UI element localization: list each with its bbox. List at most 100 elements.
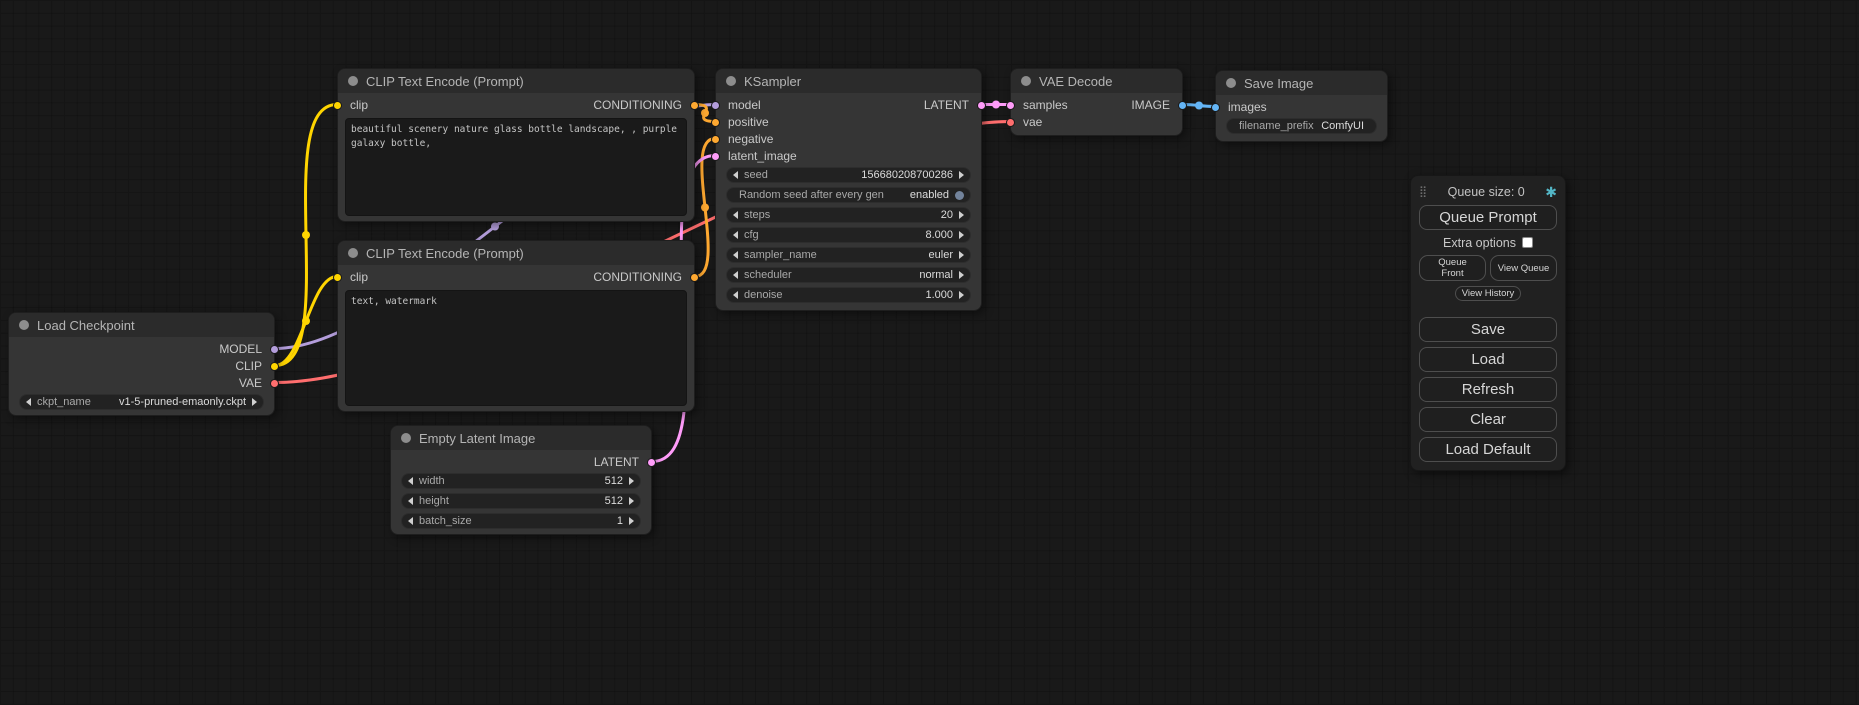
stepper-right-icon[interactable] [959, 231, 964, 239]
prompt-text-input[interactable]: text, watermark [345, 290, 687, 406]
stepper-left-icon[interactable] [733, 291, 738, 299]
widget-width[interactable]: width 512 [401, 473, 641, 489]
drag-handle-icon[interactable]: ⣿ [1419, 187, 1427, 198]
stepper-left-icon[interactable] [733, 211, 738, 219]
node-save-image[interactable]: Save Image images filename_prefix ComfyU… [1215, 70, 1388, 142]
widget-sampler-name[interactable]: sampler_name euler [726, 247, 971, 263]
stepper-left-icon[interactable] [733, 171, 738, 179]
collapse-dot-icon[interactable] [348, 76, 358, 86]
stepper-right-icon[interactable] [959, 291, 964, 299]
output-slot-latent[interactable] [647, 458, 656, 467]
stepper-left-icon[interactable] [733, 251, 738, 259]
collapse-dot-icon[interactable] [401, 433, 411, 443]
widget-batch-size[interactable]: batch_size 1 [401, 513, 641, 529]
node-titlebar[interactable]: VAE Decode [1011, 69, 1182, 93]
input-slot-negative[interactable] [711, 135, 720, 144]
widget-area: filename_prefix ComfyUI [1216, 116, 1387, 134]
widget-random-seed-toggle[interactable]: Random seed after every gen enabled [726, 187, 971, 203]
stepper-right-icon[interactable] [252, 398, 257, 406]
node-titlebar[interactable]: Empty Latent Image [391, 426, 651, 450]
widget-seed[interactable]: seed 156680208700286 [726, 167, 971, 183]
collapse-dot-icon[interactable] [19, 320, 29, 330]
input-slot-model[interactable] [711, 101, 720, 110]
node-ksampler[interactable]: KSampler model LATENT positive negative … [715, 68, 982, 311]
stepper-right-icon[interactable] [959, 271, 964, 279]
node-clip-text-encode-negative[interactable]: CLIP Text Encode (Prompt) clip CONDITION… [337, 240, 695, 412]
widget-value: euler [929, 249, 953, 261]
queue-front-button[interactable]: Queue Front [1419, 255, 1486, 281]
collapse-dot-icon[interactable] [1021, 76, 1031, 86]
output-slot-conditioning[interactable] [690, 273, 699, 282]
refresh-button[interactable]: Refresh [1419, 377, 1557, 402]
stepper-left-icon[interactable] [733, 271, 738, 279]
node-clip-text-encode-positive[interactable]: CLIP Text Encode (Prompt) clip CONDITION… [337, 68, 695, 222]
slot-row: LATENT [391, 454, 651, 471]
output-slot-latent[interactable] [977, 101, 986, 110]
input-label-images: images [1228, 99, 1267, 116]
widget-scheduler[interactable]: scheduler normal [726, 267, 971, 283]
input-slot-latent-image[interactable] [711, 152, 720, 161]
input-slot-samples[interactable] [1006, 101, 1015, 110]
node-vae-decode[interactable]: VAE Decode samples IMAGE vae [1010, 68, 1183, 136]
toggle-indicator-icon[interactable] [955, 191, 964, 200]
widget-height[interactable]: height 512 [401, 493, 641, 509]
node-body: images filename_prefix ComfyUI [1216, 95, 1387, 134]
extra-options-checkbox[interactable] [1522, 237, 1533, 248]
collapse-dot-icon[interactable] [1226, 78, 1236, 88]
load-default-button[interactable]: Load Default [1419, 437, 1557, 462]
input-slot-clip[interactable] [333, 273, 342, 282]
widget-steps[interactable]: steps 20 [726, 207, 971, 223]
output-label-vae: VAE [239, 375, 262, 392]
view-history-button[interactable]: View History [1455, 286, 1522, 301]
stepper-left-icon[interactable] [408, 497, 413, 505]
stepper-left-icon[interactable] [733, 231, 738, 239]
stepper-left-icon[interactable] [26, 398, 31, 406]
input-slot-images[interactable] [1211, 103, 1220, 112]
node-titlebar[interactable]: Load Checkpoint [9, 313, 274, 337]
node-empty-latent-image[interactable]: Empty Latent Image LATENT width 512 heig… [390, 425, 652, 535]
collapse-dot-icon[interactable] [348, 248, 358, 258]
widget-filename-prefix[interactable]: filename_prefix ComfyUI [1226, 118, 1377, 134]
widget-label: sampler_name [744, 249, 817, 261]
input-slot-clip[interactable] [333, 101, 342, 110]
stepper-right-icon[interactable] [959, 251, 964, 259]
node-titlebar[interactable]: CLIP Text Encode (Prompt) [338, 69, 694, 93]
slot-row: MODEL [9, 341, 274, 358]
output-slot-image[interactable] [1178, 101, 1187, 110]
widget-area: width 512 height 512 batch_size 1 [391, 471, 651, 529]
output-label-clip: CLIP [235, 358, 262, 375]
queue-prompt-button[interactable]: Queue Prompt [1419, 205, 1557, 230]
stepper-right-icon[interactable] [959, 211, 964, 219]
stepper-left-icon[interactable] [408, 477, 413, 485]
output-slot-clip[interactable] [270, 362, 279, 371]
prompt-text-input[interactable]: beautiful scenery nature glass bottle la… [345, 118, 687, 216]
node-load-checkpoint[interactable]: Load Checkpoint MODEL CLIP VAE ckpt_name [8, 312, 275, 416]
stepper-right-icon[interactable] [959, 171, 964, 179]
widget-ckpt-name[interactable]: ckpt_name v1-5-pruned-emaonly.ckpt [19, 394, 264, 410]
input-slot-positive[interactable] [711, 118, 720, 127]
load-button[interactable]: Load [1419, 347, 1557, 372]
collapse-dot-icon[interactable] [726, 76, 736, 86]
widget-cfg[interactable]: cfg 8.000 [726, 227, 971, 243]
node-titlebar[interactable]: CLIP Text Encode (Prompt) [338, 241, 694, 265]
output-slot-vae[interactable] [270, 379, 279, 388]
node-titlebar[interactable]: KSampler [716, 69, 981, 93]
node-titlebar[interactable]: Save Image [1216, 71, 1387, 95]
stepper-right-icon[interactable] [629, 497, 634, 505]
stepper-left-icon[interactable] [408, 517, 413, 525]
output-slot-model[interactable] [270, 345, 279, 354]
widget-value: 1 [617, 515, 623, 527]
clear-button[interactable]: Clear [1419, 407, 1557, 432]
save-button[interactable]: Save [1419, 317, 1557, 342]
input-slot-vae[interactable] [1006, 118, 1015, 127]
stepper-right-icon[interactable] [629, 517, 634, 525]
widget-value: 8.000 [925, 229, 953, 241]
output-slot-conditioning[interactable] [690, 101, 699, 110]
widget-denoise[interactable]: denoise 1.000 [726, 287, 971, 303]
settings-gear-icon[interactable]: ✱ [1545, 185, 1557, 199]
view-queue-button[interactable]: View Queue [1490, 255, 1557, 281]
widget-value: 20 [941, 209, 953, 221]
input-label-vae: vae [1023, 114, 1042, 131]
node-graph-canvas[interactable]: Load Checkpoint MODEL CLIP VAE ckpt_name [0, 0, 1859, 705]
stepper-right-icon[interactable] [629, 477, 634, 485]
